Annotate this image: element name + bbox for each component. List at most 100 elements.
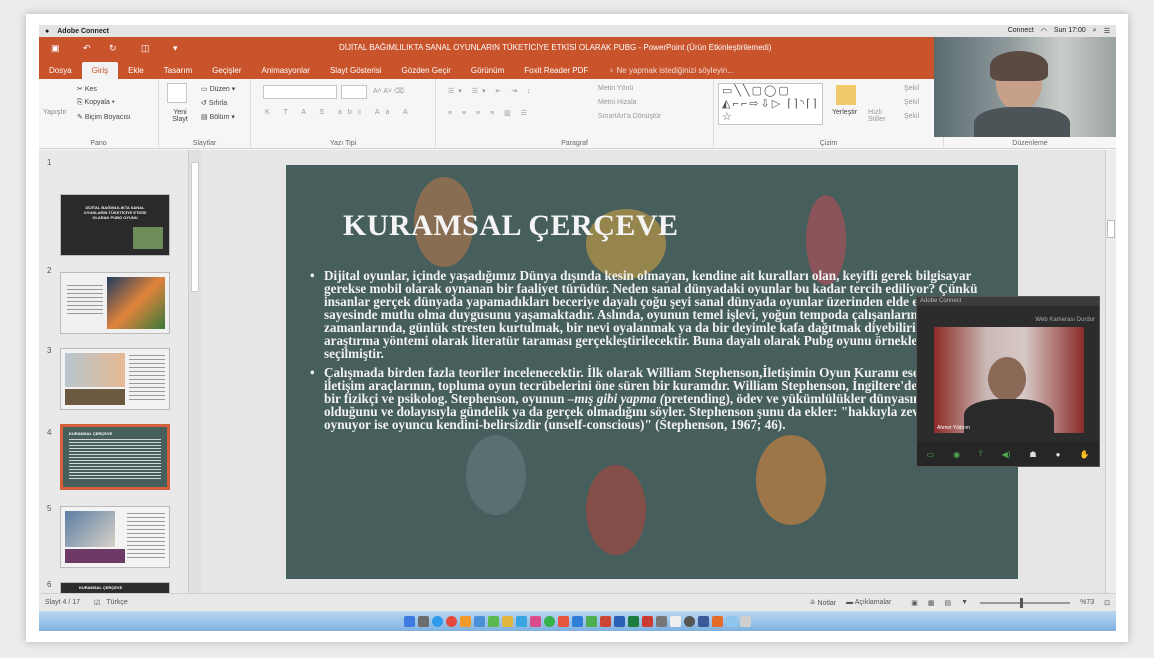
- trash-icon[interactable]: [740, 615, 751, 627]
- share-screen-icon[interactable]: ▭: [927, 450, 935, 459]
- undo-icon[interactable]: ↶: [83, 43, 97, 53]
- photos-icon[interactable]: [530, 615, 541, 627]
- shape-fill-button[interactable]: Şekil: [904, 85, 919, 92]
- format-painter-button[interactable]: ✎ Biçim Boyacısı: [77, 113, 131, 121]
- safari-icon[interactable]: [432, 615, 443, 627]
- numbers-icon[interactable]: [586, 615, 597, 627]
- tab-ekle[interactable]: Ekle: [118, 62, 154, 79]
- speaker-icon[interactable]: ◀): [1002, 450, 1011, 459]
- menu-icon[interactable]: ☰: [1104, 27, 1110, 35]
- tab-gozden-gecir[interactable]: Gözden Geçir: [392, 62, 461, 79]
- section-button[interactable]: ▤ Bölüm ▾: [201, 113, 235, 121]
- thumbnail-slide-6[interactable]: KURAMSAL ÇERÇEVE: [60, 582, 170, 593]
- font-name-field[interactable]: [263, 85, 337, 99]
- downloads-icon[interactable]: [726, 615, 737, 627]
- zoom-level[interactable]: %73: [1080, 599, 1094, 606]
- tab-foxit[interactable]: Foxit Reader PDF: [514, 62, 598, 79]
- tab-giris[interactable]: Giriş: [81, 62, 119, 79]
- fit-slide-icon[interactable]: ⊡: [1104, 599, 1110, 607]
- font-style-buttons[interactable]: K T A S abc Aa A: [265, 109, 414, 116]
- zoom-app-icon[interactable]: [698, 615, 709, 627]
- spelling-icon[interactable]: ☑: [94, 599, 100, 607]
- thumbnail-slide-5[interactable]: [60, 506, 170, 568]
- save-icon[interactable]: ▣: [51, 43, 65, 53]
- redo-icon[interactable]: ↻: [109, 43, 123, 53]
- layout-button[interactable]: ▭ Düzen ▾: [201, 85, 235, 93]
- reset-button[interactable]: ↺ Sıfırla: [201, 99, 227, 107]
- word-icon[interactable]: [614, 615, 625, 627]
- search-icon[interactable]: ⌕: [1093, 27, 1097, 35]
- presentation-icon[interactable]: ◫: [141, 43, 155, 53]
- webcam-icon[interactable]: ◉: [953, 450, 960, 459]
- stop-webcam-label[interactable]: Web Kamerası Durdur: [1035, 317, 1095, 323]
- apple-icon[interactable]: ●: [45, 28, 49, 35]
- finder-icon[interactable]: [404, 615, 415, 627]
- shape-effects-button[interactable]: Şekil: [904, 113, 919, 120]
- copy-button[interactable]: ⎘ Kopyala ▾: [77, 99, 115, 107]
- connect-status[interactable]: Connect: [1008, 27, 1034, 35]
- text-direction-button[interactable]: Metin Yönü: [598, 85, 633, 92]
- calendar-icon[interactable]: [558, 615, 569, 627]
- align-buttons[interactable]: ≡ ≡ ≡ ≡ ▥ ☰: [448, 109, 531, 117]
- normal-view-icon[interactable]: ▣: [911, 599, 918, 607]
- shape-outline-button[interactable]: Şekil: [904, 99, 919, 106]
- editor-scrollbar[interactable]: [1105, 150, 1116, 593]
- current-slide[interactable]: KURAMSAL ÇERÇEVE Dijital oyunlar, içinde…: [286, 165, 1018, 579]
- preview-icon[interactable]: [670, 615, 681, 627]
- notes-app-icon[interactable]: [502, 615, 513, 627]
- facetime-icon[interactable]: [488, 615, 499, 627]
- slide-sorter-icon[interactable]: ▦: [928, 599, 935, 607]
- app-name[interactable]: Adobe Connect: [57, 28, 109, 35]
- maps-icon[interactable]: [516, 615, 527, 627]
- tell-me-search[interactable]: ♀ Ne yapmak istediğinizi söyleyin...: [598, 62, 744, 79]
- chat-icon[interactable]: ●: [1056, 450, 1061, 459]
- editor-scroll-thumb[interactable]: [1107, 220, 1115, 238]
- new-slide-icon[interactable]: [167, 83, 187, 103]
- thumbnail-slide-1[interactable]: DİJİTAL BAĞIMLILIKTA SANAL OYUNLARIN TÜK…: [60, 194, 170, 256]
- font-size-buttons[interactable]: A˄ A˅ ⌫: [373, 87, 404, 95]
- powerpoint-icon[interactable]: [600, 615, 611, 627]
- microphone-icon[interactable]: ⫯: [979, 449, 982, 459]
- thumbnail-slide-2[interactable]: [60, 272, 170, 334]
- tab-gorunum[interactable]: Görünüm: [461, 62, 514, 79]
- tab-slayt-gosterisi[interactable]: Slayt Gösterisi: [320, 62, 392, 79]
- app-store-icon[interactable]: [572, 615, 583, 627]
- tab-tasarim[interactable]: Tasarım: [154, 62, 202, 79]
- vlc-icon[interactable]: [712, 615, 723, 627]
- reading-view-icon[interactable]: ▤: [945, 599, 952, 607]
- raise-hand-icon[interactable]: ✋: [1079, 450, 1089, 459]
- arrange-icon[interactable]: [836, 85, 856, 105]
- excel-icon[interactable]: [628, 615, 639, 627]
- new-slide-button[interactable]: Yeni Slayt: [165, 109, 195, 123]
- notes-button[interactable]: ≙ Notlar: [810, 599, 837, 607]
- thumbnail-slide-4[interactable]: KURAMSAL ÇERÇEVE: [60, 424, 170, 490]
- cut-button[interactable]: ✂ Kes: [77, 85, 97, 93]
- smartart-button[interactable]: SmartArt'a Dönüştür: [598, 113, 661, 120]
- quick-styles-button[interactable]: Hızlı Stiller: [868, 109, 892, 123]
- font-size-field[interactable]: [341, 85, 367, 99]
- language-indicator[interactable]: Türkçe: [106, 599, 127, 606]
- slideshow-icon[interactable]: ▼: [961, 599, 968, 606]
- messages-icon[interactable]: [544, 615, 555, 627]
- tab-animasyonlar[interactable]: Animasyonlar: [252, 62, 320, 79]
- mail-icon[interactable]: [474, 615, 485, 627]
- chrome-icon[interactable]: [446, 615, 457, 627]
- align-text-button[interactable]: Metni Hizala: [598, 99, 637, 106]
- wifi-icon[interactable]: ◠: [1041, 27, 1047, 35]
- paste-button[interactable]: Yapıştır: [43, 109, 67, 116]
- thumbnail-scrollbar[interactable]: [189, 150, 201, 593]
- list-buttons[interactable]: ☰▾ ☰▾ ⇤ ⇥ ↕: [448, 87, 535, 95]
- comments-button[interactable]: ▬ Açıklamalar: [846, 599, 891, 606]
- attendees-icon[interactable]: ☗: [1029, 450, 1036, 459]
- launchpad-icon[interactable]: [418, 615, 429, 627]
- shapes-gallery[interactable]: ▭╲╲▢◯▢ ◭⌐⌐⇨⇩▷ ⌈⌉◝⌈⌉☆: [718, 83, 823, 125]
- thumbnail-scroll-thumb[interactable]: [191, 162, 199, 292]
- firefox-icon[interactable]: [460, 615, 471, 627]
- clock[interactable]: Sun 17:00: [1054, 27, 1086, 35]
- tab-gecisler[interactable]: Geçişler: [202, 62, 251, 79]
- music-icon[interactable]: [684, 615, 695, 627]
- system-preferences-icon[interactable]: [656, 615, 667, 627]
- zoom-slider-thumb[interactable]: [1020, 597, 1024, 608]
- adobe-connect-icon[interactable]: [642, 615, 653, 627]
- customize-icon[interactable]: ▾: [173, 43, 187, 53]
